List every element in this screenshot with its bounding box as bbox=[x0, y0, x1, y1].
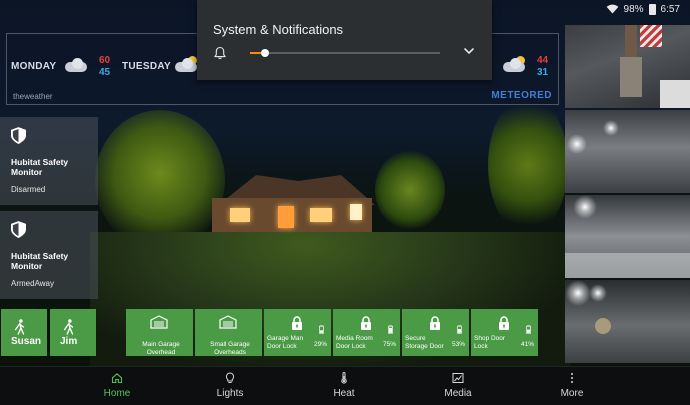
lock-icon bbox=[430, 316, 440, 330]
lock-tile-media-room-door[interactable]: Media Room Door Lock 75% bbox=[333, 309, 400, 356]
nav-label: Heat bbox=[333, 388, 355, 399]
shade-title: System & Notifications bbox=[213, 22, 344, 37]
camera-feed-side-yard[interactable] bbox=[565, 195, 690, 278]
person-walking-icon bbox=[14, 319, 25, 335]
wifi-icon bbox=[606, 4, 618, 14]
tree bbox=[375, 150, 445, 230]
nav-home[interactable]: Home bbox=[77, 367, 157, 405]
chevron-down-icon[interactable] bbox=[462, 44, 476, 58]
forecast-low: 45 bbox=[99, 67, 111, 78]
forecast-day: TUESDAY bbox=[122, 61, 171, 72]
media-icon bbox=[452, 373, 464, 383]
notification-volume-slider[interactable] bbox=[250, 49, 440, 57]
tile-label: Media Room Door Lock bbox=[336, 335, 373, 350]
tile-label: Garage Man Door Lock bbox=[267, 335, 304, 350]
weather-brand-logo: METEORED bbox=[491, 90, 552, 101]
battery-icon bbox=[319, 325, 324, 334]
cloudy-icon bbox=[65, 58, 87, 72]
garage-door-tile-small[interactable]: Small Garage Overheads bbox=[195, 309, 262, 356]
planter bbox=[595, 318, 611, 334]
forecast-high: 44 bbox=[537, 55, 549, 66]
garage-door-icon bbox=[219, 315, 237, 329]
partly-cloudy-icon bbox=[175, 56, 197, 72]
status-bar: 98% 6:57 bbox=[606, 2, 680, 16]
presence-name: Jim bbox=[60, 336, 78, 347]
garage-door-tile-main[interactable]: Main Garage Overhead bbox=[126, 309, 193, 356]
shield-icon bbox=[11, 221, 26, 238]
nav-label: More bbox=[560, 388, 584, 399]
forecast-day: MONDAY bbox=[11, 61, 57, 72]
nav-label: Home bbox=[103, 388, 131, 399]
battery-percent: 53% bbox=[451, 341, 465, 348]
nav-lights[interactable]: Lights bbox=[190, 367, 270, 405]
nav-label: Media bbox=[444, 388, 472, 399]
battery-icon bbox=[388, 325, 393, 334]
light-glare bbox=[603, 120, 619, 136]
nav-more[interactable]: More bbox=[532, 367, 612, 405]
person-walking-icon bbox=[63, 319, 74, 335]
forecast-high: 60 bbox=[99, 55, 111, 66]
lock-tile-secure-storage-door[interactable]: Secure Storage Door 53% bbox=[402, 309, 469, 356]
porch-floor bbox=[660, 80, 690, 108]
lock-icon bbox=[361, 316, 371, 330]
battery-icon bbox=[457, 325, 462, 334]
presence-tile-susan[interactable]: Susan bbox=[1, 309, 47, 356]
lightbulb-icon bbox=[225, 372, 235, 383]
battery-percent: 75% bbox=[382, 341, 396, 348]
house-window bbox=[230, 208, 250, 222]
lock-tile-garage-man-door[interactable]: Garage Man Door Lock 29% bbox=[264, 309, 331, 356]
lock-icon bbox=[292, 316, 302, 330]
camera-feed-back-yard[interactable] bbox=[565, 280, 690, 363]
hsm-tile-disarmed[interactable]: Hubitat Safety Monitor Disarmed bbox=[0, 117, 98, 205]
light-glare bbox=[573, 195, 597, 219]
tile-label: Secure Storage Door bbox=[405, 335, 444, 350]
tile-label: Small Garage Overheads bbox=[210, 341, 250, 356]
hsm-name: Hubitat Safety Monitor bbox=[11, 251, 69, 271]
nav-heat[interactable]: Heat bbox=[304, 367, 384, 405]
house-window bbox=[310, 208, 332, 222]
house-window bbox=[350, 204, 362, 220]
tile-label: Shop Door Lock bbox=[474, 335, 506, 350]
bottom-navigation: Home Lights Heat Media More bbox=[0, 366, 690, 405]
forecast-low: 31 bbox=[537, 67, 549, 78]
thermometer-icon bbox=[341, 372, 347, 384]
weather-source: theweather bbox=[13, 92, 53, 101]
hsm-state: Disarmed bbox=[11, 185, 46, 194]
camera-feed-driveway[interactable] bbox=[565, 110, 690, 193]
nav-label: Lights bbox=[216, 388, 244, 399]
more-icon bbox=[571, 373, 573, 383]
presence-tile-jim[interactable]: Jim bbox=[50, 309, 96, 356]
home-icon bbox=[111, 373, 123, 384]
slider-thumb[interactable] bbox=[261, 49, 270, 57]
partly-cloudy-icon bbox=[503, 56, 525, 72]
tree bbox=[488, 95, 568, 235]
presence-name: Susan bbox=[11, 336, 42, 347]
light-glare bbox=[589, 284, 607, 302]
hsm-name: Hubitat Safety Monitor bbox=[11, 157, 69, 177]
lock-icon bbox=[499, 316, 509, 330]
bell-icon[interactable] bbox=[213, 46, 227, 60]
house-door bbox=[278, 206, 294, 228]
battery-percent: 29% bbox=[313, 341, 327, 348]
battery-icon bbox=[648, 3, 656, 15]
light-glare bbox=[567, 134, 587, 154]
tile-label: Main Garage Overhead bbox=[142, 341, 180, 356]
garage-door-icon bbox=[150, 315, 168, 329]
light-glare bbox=[565, 280, 591, 306]
flag bbox=[640, 25, 662, 47]
hsm-state: ArmedAway bbox=[11, 279, 54, 288]
gravel-area bbox=[565, 253, 690, 278]
notification-shade[interactable]: System & Notifications bbox=[197, 0, 492, 80]
clock: 6:57 bbox=[660, 3, 680, 15]
tree bbox=[95, 110, 225, 250]
lock-tile-shop-door[interactable]: Shop Door Lock 41% bbox=[471, 309, 538, 356]
camera-feed-porch[interactable] bbox=[565, 25, 690, 108]
battery-percent-text: 98% bbox=[623, 3, 644, 15]
hsm-tile-armed-away[interactable]: Hubitat Safety Monitor ArmedAway bbox=[0, 211, 98, 299]
nav-media[interactable]: Media bbox=[418, 367, 498, 405]
battery-icon bbox=[526, 325, 531, 334]
shield-icon bbox=[11, 127, 26, 144]
stone-pillar bbox=[620, 57, 642, 97]
battery-percent: 41% bbox=[520, 341, 534, 348]
